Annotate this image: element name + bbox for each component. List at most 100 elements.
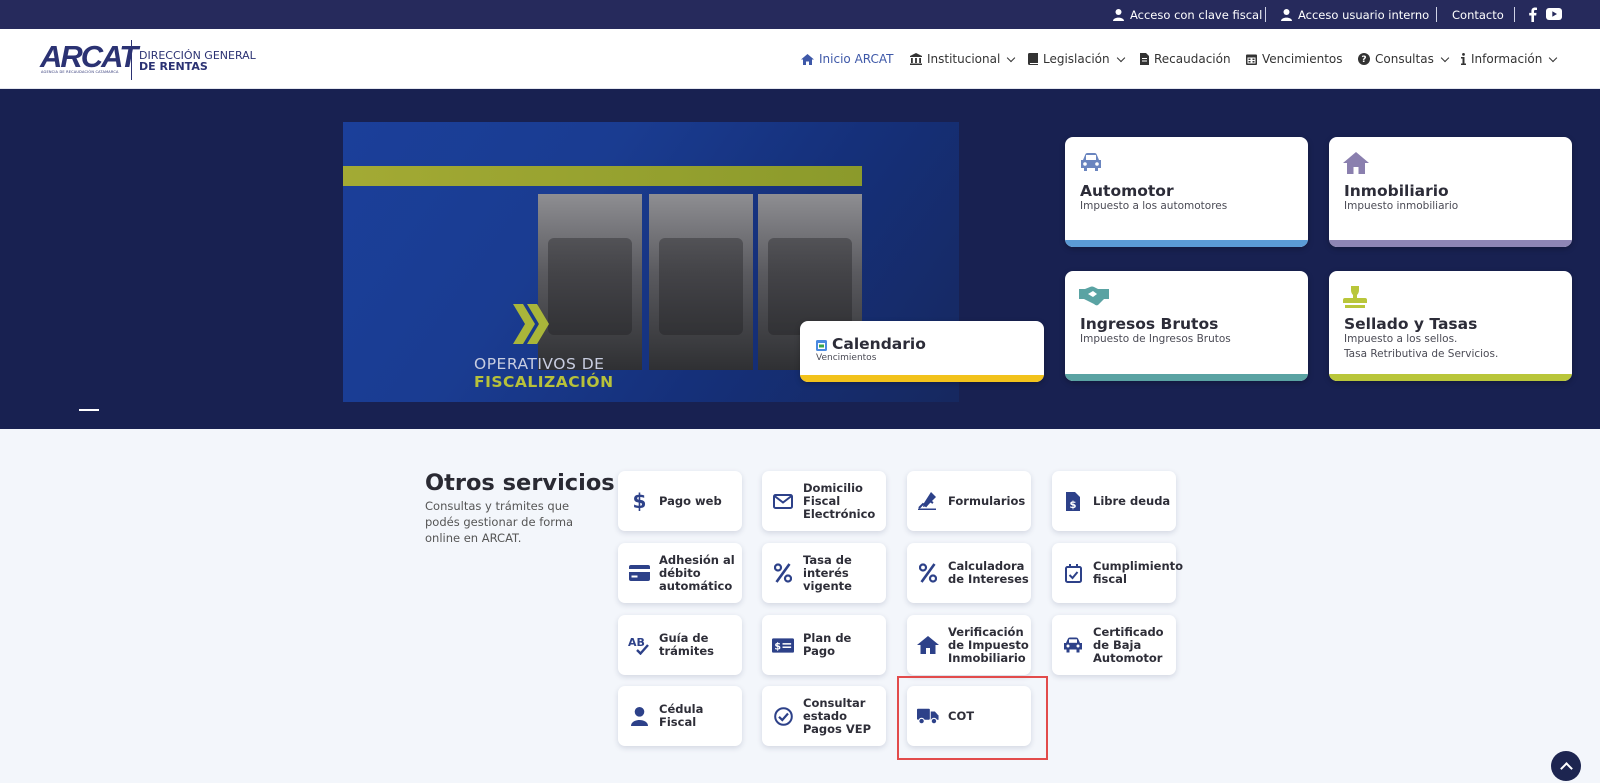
service-pago-web[interactable]: $ Pago web <box>618 471 742 531</box>
house-icon <box>1343 152 1369 174</box>
service-formularios[interactable]: Formularios <box>907 471 1031 531</box>
nav-legislacion[interactable]: Legislación <box>1028 52 1125 66</box>
otros-servicios-description: Consultas y trámites que podés gestionar… <box>425 499 574 545</box>
institution-icon <box>910 53 922 65</box>
card-subtitle: Vencimientos <box>816 353 877 363</box>
service-calculadora-intereses[interactable]: Calculadora de Intereses <box>907 543 1031 603</box>
chevron-down-icon <box>1440 53 1450 62</box>
svg-text:$: $ <box>1070 500 1077 511</box>
slide-photo <box>649 194 753 370</box>
card-subtitle: Impuesto inmobiliario <box>1344 200 1459 212</box>
topbar-separator <box>1265 7 1266 22</box>
nav-consultas[interactable]: ? Consultas <box>1358 52 1450 66</box>
service-domicilio-fiscal[interactable]: Domicilio Fiscal Electrónico <box>762 471 886 531</box>
topbar-separator <box>1436 7 1437 22</box>
slide-title-line1: OPERATIVOS DE <box>474 355 605 373</box>
highlight-box <box>897 676 1048 760</box>
info-icon <box>1461 53 1466 65</box>
card-title: Sellado y Tasas <box>1344 315 1478 333</box>
house-icon <box>917 636 939 654</box>
nav-recaudacion[interactable]: Recaudación <box>1140 52 1231 66</box>
slide-title-line2: FISCALIZACIÓN <box>474 373 614 391</box>
card-inmobiliario[interactable]: Inmobiliario Impuesto inmobiliario <box>1329 137 1572 247</box>
money-check-icon: $ <box>772 637 794 653</box>
youtube-icon <box>1546 8 1562 20</box>
card-calendario[interactable]: Calendario Vencimientos <box>800 321 1044 382</box>
youtube-link[interactable] <box>1546 8 1562 20</box>
calendar-check-icon <box>1064 563 1082 583</box>
chevron-up-icon <box>1559 761 1573 775</box>
nav-vencimientos[interactable]: Vencimientos <box>1246 52 1343 66</box>
card-automotor[interactable]: Automotor Impuesto a los automotores <box>1065 137 1308 247</box>
service-adhesion-debito[interactable]: Adhesión al débito automático <box>618 543 742 603</box>
logo-brand: ARCAT <box>40 39 138 74</box>
envelope-icon <box>773 493 793 509</box>
card-subtitle: Impuesto a los sellos. <box>1344 333 1458 345</box>
carousel-indicator[interactable] <box>79 409 99 411</box>
acceso-clave-fiscal-link[interactable]: Acceso con clave fiscal <box>1113 8 1262 22</box>
top-bar: Acceso con clave fiscal Acceso usuario i… <box>0 0 1600 29</box>
car-icon <box>1064 637 1082 653</box>
service-verificacion-inmobiliario[interactable]: Verificación de Impuesto Inmobiliario <box>907 615 1031 675</box>
card-bar <box>1065 374 1308 381</box>
svg-text:?: ? <box>1361 55 1366 65</box>
file-invoice-dollar-icon: $ <box>1066 491 1080 511</box>
card-subtitle: Impuesto a los automotores <box>1080 200 1228 212</box>
user-icon <box>1113 9 1124 21</box>
question-circle-icon: ? <box>1358 53 1370 65</box>
nav-informacion[interactable]: Información <box>1461 52 1558 66</box>
document-icon <box>1140 53 1149 65</box>
card-title: Inmobiliario <box>1344 182 1449 200</box>
service-cedula-fiscal[interactable]: Cédula Fiscal <box>618 686 742 746</box>
topbar-separator <box>1514 7 1515 22</box>
nav-institucional[interactable]: Institucional <box>910 52 1016 66</box>
otros-servicios-title: Otros servicios <box>425 470 615 496</box>
service-consultar-pagos-vep[interactable]: Consultar estado Pagos VEP <box>762 686 886 746</box>
card-bar <box>1329 374 1572 381</box>
card-ingresos-brutos[interactable]: Ingresos Brutos Impuesto de Ingresos Bru… <box>1065 271 1308 381</box>
scroll-to-top-button[interactable] <box>1551 751 1581 781</box>
home-icon <box>801 53 814 65</box>
percent-icon <box>774 563 792 583</box>
facebook-link[interactable] <box>1528 7 1537 22</box>
double-chevron-icon <box>513 304 549 344</box>
chevron-down-icon <box>1007 53 1016 62</box>
acceso-usuario-interno-link[interactable]: Acceso usuario interno <box>1281 8 1429 22</box>
main-header: ARCAT AGENCIA DE RECAUDACIÓN CATAMARCA D… <box>0 29 1600 89</box>
svg-text:AB: AB <box>628 636 645 649</box>
chevron-down-icon <box>1549 53 1558 62</box>
book-icon <box>1028 53 1038 65</box>
stamp-icon <box>1343 286 1367 308</box>
card-title: Ingresos Brutos <box>1080 315 1219 333</box>
facebook-icon <box>1529 7 1537 22</box>
card-sellado-tasas[interactable]: Sellado y Tasas Impuesto a los sellos. T… <box>1329 271 1572 381</box>
hero-section: OPERATIVOS DE FISCALIZACIÓN Automotor Im… <box>0 89 1600 429</box>
handshake-icon <box>1079 286 1109 306</box>
card-title: Automotor <box>1080 182 1174 200</box>
service-cumplimiento-fiscal[interactable]: Cumplimiento fiscal <box>1052 543 1183 603</box>
car-icon <box>1081 153 1101 171</box>
service-guia-tramites[interactable]: AB Guía de trámites <box>618 615 742 675</box>
percent-icon <box>919 563 937 583</box>
card-subtitle: Impuesto de Ingresos Brutos <box>1080 333 1231 345</box>
contacto-link[interactable]: Contacto <box>1452 8 1504 22</box>
service-plan-pago[interactable]: $ Plan de Pago <box>762 615 886 675</box>
card-title: Calendario <box>832 335 926 353</box>
svg-text:$: $ <box>633 491 646 511</box>
logo-divider <box>131 40 132 80</box>
card-bar <box>1065 240 1308 247</box>
service-certificado-baja[interactable]: Certificado de Baja Automotor <box>1052 615 1176 675</box>
service-libre-deuda[interactable]: $ Libre deuda <box>1052 471 1176 531</box>
signature-icon <box>918 492 936 510</box>
logo-line2: DE RENTAS <box>139 60 208 73</box>
calendar-icon <box>816 340 827 351</box>
logo-brand-sub: AGENCIA DE RECAUDACIÓN CATAMARCA <box>41 70 119 74</box>
check-circle-icon <box>773 706 793 726</box>
slide-photo <box>538 194 642 370</box>
card-bar <box>1329 240 1572 247</box>
chevron-down-icon <box>1116 53 1125 62</box>
card-subtitle-2: Tasa Retributiva de Servicios. <box>1344 348 1499 360</box>
nav-inicio-arcat[interactable]: Inicio ARCAT <box>801 52 894 66</box>
calendar-icon <box>1246 54 1257 65</box>
service-tasa-interes[interactable]: Tasa de interés vigente <box>762 543 886 603</box>
